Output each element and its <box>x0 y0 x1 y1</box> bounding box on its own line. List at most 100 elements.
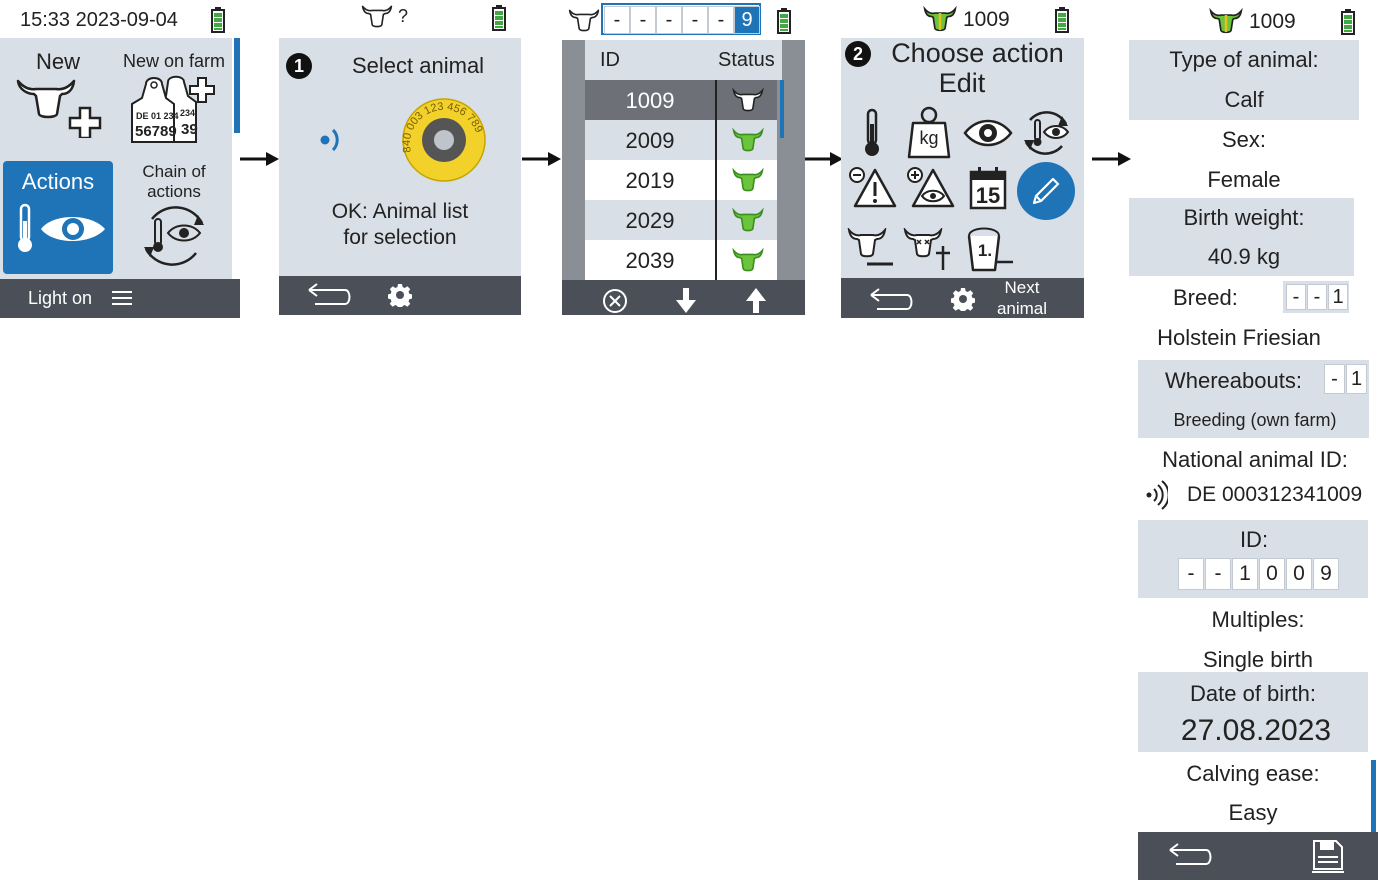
id-digit[interactable]: - <box>604 6 630 34</box>
national-id-value: DE 000312341009 <box>1187 483 1363 506</box>
menu-item-chain-label-2: actions <box>147 182 201 201</box>
menu-item-new-label: New <box>35 49 80 74</box>
field-id[interactable]: ID: --1009 <box>1138 520 1368 598</box>
national-id-label: National animal ID: <box>1162 447 1348 472</box>
menu-icon[interactable] <box>112 290 132 306</box>
new-cow-icon <box>16 79 102 138</box>
screen-title: Select animal <box>352 53 485 78</box>
id-digit[interactable]: - <box>656 6 682 34</box>
ear-tag-back-2: 39 <box>181 121 198 138</box>
back-icon[interactable] <box>1168 842 1214 868</box>
id-digit[interactable]: - <box>630 6 656 34</box>
id-digit[interactable]: 0 <box>1259 558 1285 590</box>
thermometer-icon[interactable] <box>861 108 883 158</box>
breed-digit[interactable]: 1 <box>1328 284 1348 310</box>
arrow-up-icon[interactable] <box>745 287 767 313</box>
status-animal-id: 1009 <box>1249 10 1296 33</box>
eye-icon[interactable] <box>963 117 1013 149</box>
menu-item-new-on-farm[interactable]: New on farm DE 01 234 56789 234 39 <box>118 44 230 144</box>
edit-action-button[interactable] <box>1017 162 1075 220</box>
animal-death-icon[interactable] <box>903 228 957 272</box>
id-entry-field[interactable]: -----9 <box>601 3 761 35</box>
flow-arrow-icon <box>1092 151 1132 167</box>
field-whereabouts[interactable]: Whereabouts: -1 Breeding (own farm) <box>1138 360 1369 438</box>
bottom-bar: Next animal <box>841 278 1084 318</box>
column-separator <box>715 120 717 160</box>
settings-gear-icon[interactable] <box>951 287 975 311</box>
id-label: ID: <box>1239 527 1269 552</box>
column-separator <box>715 200 717 240</box>
field-national-id[interactable]: National animal ID: DE 000312341009 <box>1138 440 1378 518</box>
table-row[interactable]: 1009 <box>585 80 777 120</box>
battery-icon <box>1341 9 1355 35</box>
feeding-bucket-label: 1. <box>977 241 993 260</box>
field-date-of-birth[interactable]: Date of birth: 27.08.2023 <box>1138 672 1368 752</box>
id-digit[interactable]: 1 <box>1232 558 1258 590</box>
menu-item-actions[interactable]: Actions <box>3 161 113 274</box>
cow-selected-icon <box>923 6 957 32</box>
menu-item-new[interactable]: New <box>6 44 110 144</box>
table-row[interactable]: 2019 <box>585 160 777 200</box>
save-icon[interactable] <box>1312 839 1344 873</box>
cancel-icon[interactable] <box>602 288 628 314</box>
screen-subtitle: Edit <box>938 68 986 98</box>
breed-digit[interactable]: - <box>1286 284 1306 310</box>
id-digit[interactable]: 0 <box>1286 558 1312 590</box>
where-digit[interactable]: - <box>1324 364 1345 394</box>
scrollbar[interactable] <box>1371 760 1376 836</box>
arrow-down-icon[interactable] <box>675 288 697 314</box>
column-status: Status <box>718 49 775 71</box>
column-separator <box>715 240 717 280</box>
back-icon[interactable] <box>307 282 353 308</box>
table-row[interactable]: 2039 <box>585 240 777 280</box>
multiples-label: Multiples: <box>1211 607 1305 632</box>
scrollbar[interactable] <box>234 38 240 133</box>
breed-code-box[interactable]: --1 <box>1283 281 1349 313</box>
field-multiples[interactable]: Multiples: Single birth <box>1138 598 1378 672</box>
breed-digit[interactable]: - <box>1307 284 1327 310</box>
back-icon[interactable] <box>869 287 915 313</box>
table-row[interactable]: 2029 <box>585 200 777 240</box>
field-sex[interactable]: Sex: Female <box>1129 120 1359 198</box>
remove-warning-icon[interactable] <box>847 166 897 208</box>
cow-status-icon <box>732 88 764 112</box>
next-animal-line-1[interactable]: Next <box>989 278 1055 298</box>
id-digit[interactable]: - <box>1205 558 1231 590</box>
menu-item-new-on-farm-label: New on farm <box>122 51 226 71</box>
id-digit[interactable]: 9 <box>1313 558 1339 590</box>
scrollbar[interactable] <box>780 80 784 138</box>
column-separator <box>715 80 717 120</box>
field-calving-ease[interactable]: Calving ease: Easy <box>1138 752 1372 832</box>
screen-animal-list: -----9 ID Status 1009 2009 2019 2029 2039 <box>562 0 805 315</box>
settings-gear-icon[interactable] <box>388 283 412 307</box>
sex-value: Female <box>1207 167 1281 192</box>
dob-value: 27.08.2023 <box>1180 714 1332 747</box>
remove-animal-icon[interactable] <box>847 228 897 270</box>
menu-item-chain-of-actions[interactable]: Chain of actions <box>118 161 230 274</box>
bottom-bar <box>1138 832 1378 880</box>
field-type-of-animal[interactable]: Type of animal: Calf <box>1129 40 1359 120</box>
table-row[interactable]: 2009 <box>585 120 777 160</box>
where-digit[interactable]: 1 <box>1346 364 1367 394</box>
id-digit[interactable]: - <box>708 6 734 34</box>
status-animal-id: 1009 <box>963 8 1010 31</box>
status-datetime: 15:33 2023-09-04 <box>20 9 178 31</box>
screen-main-menu: 15:33 2023-09-04 New New on farm DE 01 2… <box>0 0 240 318</box>
type-label: Type of animal: <box>1169 47 1319 72</box>
chain-action-icon[interactable] <box>1022 106 1070 158</box>
id-digit[interactable]: - <box>682 6 708 34</box>
menu-item-actions-label: Actions <box>21 169 95 194</box>
row-id: 1009 <box>625 88 675 113</box>
id-digit[interactable]: - <box>1178 558 1204 590</box>
id-digit[interactable]: 9 <box>734 6 760 34</box>
breed-label: Breed: <box>1173 285 1238 310</box>
field-birth-weight[interactable]: Birth weight: 40.9 kg <box>1129 198 1354 276</box>
field-breed[interactable]: Breed: --1 Holstein Friesian <box>1129 276 1378 358</box>
bottom-bar: Light on <box>0 279 240 318</box>
where-value: Breeding (own farm) <box>1173 410 1337 430</box>
add-observation-icon[interactable] <box>905 166 955 208</box>
light-on-button[interactable]: Light on <box>28 288 92 309</box>
ear-tag-button-icon: 840 003 123 456 789 <box>401 98 486 182</box>
next-animal-line-2[interactable]: animal <box>989 299 1055 319</box>
type-value: Calf <box>1224 87 1264 112</box>
